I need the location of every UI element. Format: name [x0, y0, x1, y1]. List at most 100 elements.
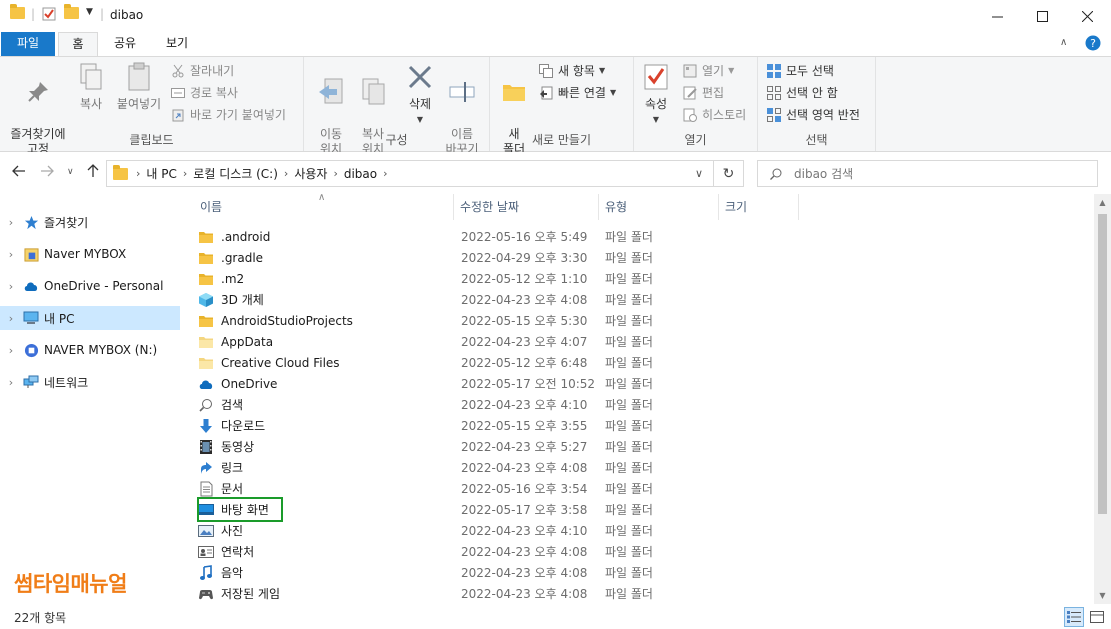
table-row[interactable]: 문서 2022-05-16 오후 3:54 파일 폴더 — [198, 478, 778, 499]
table-row[interactable]: 검색 2022-04-23 오후 4:10 파일 폴더 — [198, 394, 778, 415]
file-date: 2022-05-16 오후 3:54 — [461, 482, 588, 496]
customize-quick-access-icon[interactable]: ▼ — [86, 7, 93, 17]
file-name: 저장된 게임 — [221, 587, 281, 601]
column-header-type[interactable]: 유형 — [599, 194, 719, 220]
tab-file[interactable]: 파일 — [1, 32, 55, 56]
window-title: dibao — [110, 8, 144, 22]
expand-chevron-icon[interactable]: › — [0, 344, 22, 357]
properties-button[interactable]: 속성 ▼ — [640, 61, 672, 127]
invert-selection-button[interactable]: 선택 영역 반전 — [766, 105, 860, 125]
table-row[interactable]: Creative Cloud Files 2022-05-12 오후 6:48 파일… — [198, 352, 778, 373]
copy-path-button[interactable]: 경로 복사 — [170, 83, 238, 103]
history-button[interactable]: 히스토리 — [682, 105, 746, 125]
vertical-scrollbar[interactable]: ▲ ▼ — [1094, 194, 1111, 604]
table-row[interactable]: .m2 2022-05-12 오후 1:10 파일 폴더 — [198, 268, 778, 289]
file-type: 파일 폴더 — [605, 314, 653, 328]
open-button[interactable]: 열기 ▼ — [682, 61, 734, 81]
paste-shortcut-button[interactable]: 바로 가기 붙여넣기 — [170, 105, 286, 125]
address-bar[interactable]: › 내 PC › 로컬 디스크 (C:) › 사용자 › dibao › ∨ — [106, 160, 714, 187]
3d-icon — [198, 292, 214, 308]
recent-locations-icon[interactable]: ∨ — [67, 167, 74, 177]
breadcrumb-local-disk[interactable]: 로컬 디스크 (C:) — [193, 165, 278, 182]
table-row[interactable]: AppData 2022-04-23 오후 4:07 파일 폴더 — [198, 331, 778, 352]
select-all-icon — [766, 63, 782, 79]
ribbon-collapse-icon[interactable]: ∧ — [1060, 32, 1067, 56]
expand-chevron-icon[interactable]: › — [0, 312, 22, 325]
column-header-size[interactable]: 크기 — [719, 194, 799, 220]
nav-item-onedrive[interactable]: › OneDrive - Personal — [0, 274, 180, 298]
table-row[interactable]: AndroidStudioProjects 2022-05-15 오후 5:30 파… — [198, 310, 778, 331]
tab-home[interactable]: 홈 — [58, 32, 98, 56]
file-type: 파일 폴더 — [605, 230, 653, 244]
scroll-down-icon[interactable]: ▼ — [1094, 587, 1111, 604]
minimize-button[interactable] — [974, 0, 1020, 32]
table-row[interactable]: 음악 2022-04-23 오후 4:08 파일 폴더 — [198, 562, 778, 583]
column-header-date[interactable]: 수정한 날짜 — [454, 194, 599, 220]
table-row[interactable]: 링크 2022-04-23 오후 4:08 파일 폴더 — [198, 457, 778, 478]
tab-view[interactable]: 보기 — [152, 32, 202, 56]
network-icon — [22, 374, 40, 390]
copy-button[interactable]: 복사 — [74, 61, 108, 112]
table-row[interactable]: OneDrive 2022-05-17 오전 10:52 파일 폴더 — [198, 373, 778, 394]
new-folder-quick-icon[interactable] — [64, 4, 79, 19]
expand-chevron-icon[interactable]: › — [0, 376, 22, 389]
breadcrumb-dibao[interactable]: dibao — [344, 167, 377, 181]
forward-arrow-icon[interactable] — [40, 164, 54, 182]
file-date: 2022-04-23 오후 4:10 — [461, 398, 588, 412]
maximize-button[interactable] — [1019, 0, 1065, 32]
file-name: OneDrive — [221, 376, 278, 391]
table-row[interactable]: 다운로드 2022-05-15 오후 3:55 파일 폴더 — [198, 415, 778, 436]
new-item-button[interactable]: 새 항목 ▼ — [538, 61, 605, 81]
breadcrumb-this-pc[interactable]: 내 PC — [146, 165, 176, 182]
large-icons-view-icon[interactable] — [1087, 607, 1107, 627]
nav-item-naver-mybox[interactable]: › Naver MYBOX — [0, 242, 180, 266]
file-type: 파일 폴더 — [605, 398, 653, 412]
easy-access-button[interactable]: 빠른 연결 ▼ — [538, 83, 616, 103]
table-row[interactable]: .android 2022-05-16 오후 5:49 파일 폴더 — [198, 226, 778, 247]
edit-button[interactable]: 편집 — [682, 83, 724, 103]
nav-item-network[interactable]: › 네트워크 — [0, 370, 180, 394]
cloud-icon — [22, 278, 40, 294]
picture-icon — [198, 523, 214, 539]
back-arrow-icon[interactable] — [12, 164, 26, 182]
table-row[interactable]: 저장된 게임 2022-04-23 오후 4:08 파일 폴더 — [198, 583, 778, 604]
refresh-icon[interactable]: ↻ — [714, 160, 744, 187]
tab-share[interactable]: 공유 — [100, 32, 150, 56]
table-row[interactable]: 동영상 2022-04-23 오후 5:27 파일 폴더 — [198, 436, 778, 457]
scroll-up-icon[interactable]: ▲ — [1094, 194, 1111, 211]
close-button[interactable] — [1064, 0, 1110, 32]
search-input[interactable]: dibao 검색 — [757, 160, 1098, 187]
table-row[interactable]: .gradle 2022-04-29 오후 3:30 파일 폴더 — [198, 247, 778, 268]
table-row[interactable]: 바탕 화면 2022-05-17 오후 3:58 파일 폴더 — [198, 499, 778, 520]
delete-button[interactable]: 삭제 ▼ — [402, 61, 438, 127]
file-name: 사진 — [221, 524, 244, 538]
breadcrumb-users[interactable]: 사용자 — [294, 165, 327, 182]
expand-chevron-icon[interactable]: › — [0, 280, 22, 293]
new-item-icon — [538, 63, 554, 79]
nav-item-naver-mybox-drive[interactable]: › NAVER MYBOX (N:) — [0, 338, 180, 362]
table-row[interactable]: 연락처 2022-04-23 오후 4:08 파일 폴더 — [198, 541, 778, 562]
expand-chevron-icon[interactable]: › — [0, 248, 22, 261]
paste-button[interactable]: 붙여넣기 — [114, 61, 164, 112]
details-view-icon[interactable] — [1064, 607, 1084, 627]
column-header-name[interactable]: 이름 — [194, 194, 454, 220]
file-date: 2022-04-23 오후 4:08 — [461, 587, 588, 601]
open-icon — [682, 63, 698, 79]
properties-quick-icon[interactable] — [42, 7, 56, 21]
nav-item-quick-access[interactable]: › 즐겨찾기 — [0, 210, 180, 234]
table-row[interactable]: 사진 2022-04-23 오후 4:10 파일 폴더 — [198, 520, 778, 541]
mybox-icon — [22, 246, 40, 262]
cut-button[interactable]: 잘라내기 — [170, 61, 234, 81]
select-all-button[interactable]: 모두 선택 — [766, 61, 834, 81]
up-arrow-icon[interactable] — [86, 164, 100, 182]
table-row[interactable]: 3D 개체 2022-04-23 오후 4:08 파일 폴더 — [198, 289, 778, 310]
file-type: 파일 폴더 — [605, 419, 653, 433]
address-dropdown-icon[interactable]: ∨ — [695, 167, 703, 180]
expand-chevron-icon[interactable]: › — [0, 216, 22, 229]
select-none-button[interactable]: 선택 안 함 — [766, 83, 838, 103]
organize-group-label: 구성 — [385, 133, 408, 147]
folder-icon — [10, 4, 25, 19]
nav-item-this-pc[interactable]: › 내 PC — [0, 306, 180, 330]
search-icon — [770, 168, 782, 180]
scrollbar-thumb[interactable] — [1098, 214, 1107, 514]
